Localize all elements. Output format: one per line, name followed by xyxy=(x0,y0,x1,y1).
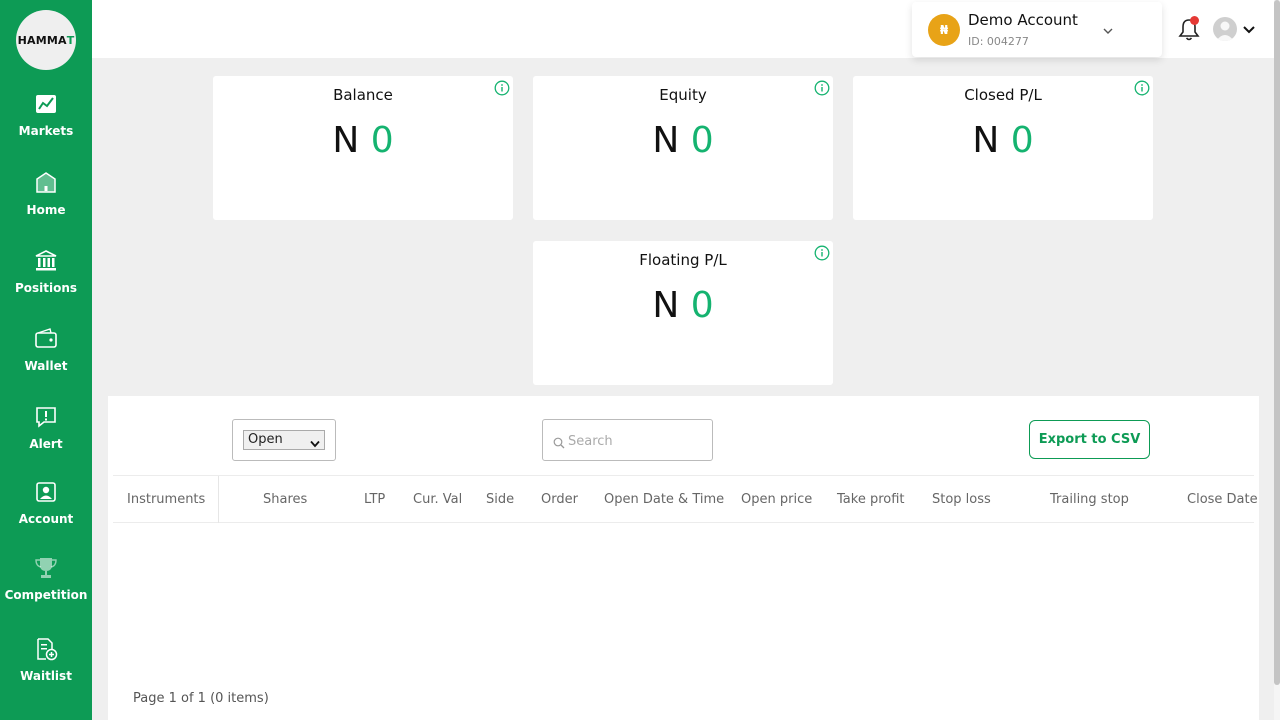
column-header-cur-val[interactable]: Cur. Val xyxy=(413,492,462,507)
equity-card: Equity N 0 xyxy=(533,76,833,220)
card-value: N 0 xyxy=(853,120,1153,161)
amount: 0 xyxy=(690,120,714,161)
closed-pl-card: Closed P/L N 0 xyxy=(853,76,1153,220)
sidebar-item-label: Wallet xyxy=(24,359,68,373)
sidebar-item-alert[interactable]: Alert xyxy=(0,405,92,451)
naira-coin-icon: ₦ xyxy=(928,14,960,46)
column-header-stop-loss[interactable]: Stop loss xyxy=(932,492,991,507)
balance-card: Balance N 0 xyxy=(213,76,513,220)
column-header-order[interactable]: Order xyxy=(541,492,578,507)
sidebar-item-label: Home xyxy=(26,203,66,217)
column-header-close-date[interactable]: Close Date xyxy=(1187,492,1258,507)
column-header-ltp[interactable]: LTP xyxy=(364,492,385,507)
logo-accent: T xyxy=(66,33,75,47)
status-filter-dropdown[interactable]: Open xyxy=(243,430,325,450)
sidebar-item-label: Waitlist xyxy=(20,669,72,683)
account-switcher[interactable]: ₦ Demo Account ID: 004277 xyxy=(912,2,1162,57)
amount: 0 xyxy=(690,285,714,326)
sidebar-item-wallet[interactable]: Wallet xyxy=(0,327,92,373)
card-value: N 0 xyxy=(533,285,833,326)
column-header-take-profit[interactable]: Take profit xyxy=(837,492,905,507)
currency-symbol: N xyxy=(652,120,680,161)
alert-icon xyxy=(34,405,58,429)
status-filter-value: Open xyxy=(248,432,283,447)
wallet-icon xyxy=(34,327,58,351)
card-title: Closed P/L xyxy=(964,86,1042,104)
column-header-instruments[interactable]: Instruments xyxy=(127,492,205,507)
sidebar-item-positions[interactable]: Positions xyxy=(0,249,92,295)
info-icon[interactable] xyxy=(814,245,830,261)
status-filter-select[interactable]: Open xyxy=(232,419,336,461)
bank-icon xyxy=(34,249,58,273)
sidebar-item-label: Positions xyxy=(14,281,78,295)
column-header-side[interactable]: Side xyxy=(486,492,514,507)
table-header: Instruments Shares LTP Cur. Val Side Ord… xyxy=(113,475,1258,523)
card-value: N 0 xyxy=(533,120,833,161)
search-input[interactable] xyxy=(568,431,708,451)
column-header-trailing-stop[interactable]: Trailing stop xyxy=(1050,492,1129,507)
card-value: N 0 xyxy=(213,120,513,161)
account-id: ID: 004277 xyxy=(968,35,1029,48)
card-title: Balance xyxy=(333,86,393,104)
pagination-info: Page 1 of 1 (0 items) xyxy=(133,691,269,706)
sidebar-item-label: Account xyxy=(18,512,74,526)
currency-symbol: N xyxy=(972,120,1000,161)
sidebar: HAMMA T Markets Home Positions Wallet Ale… xyxy=(0,0,92,720)
notification-bell-icon[interactable] xyxy=(1176,16,1202,42)
currency-symbol: N xyxy=(332,120,360,161)
sidebar-item-label: Alert xyxy=(29,437,63,451)
sidebar-item-competition[interactable]: Competition xyxy=(0,556,92,602)
amount: 0 xyxy=(370,120,394,161)
hammat-logo[interactable]: HAMMA T xyxy=(16,10,76,70)
sidebar-item-home[interactable]: Home xyxy=(0,171,92,217)
amount: 0 xyxy=(1010,120,1034,161)
card-title: Floating P/L xyxy=(639,251,727,269)
trophy-icon xyxy=(34,556,58,580)
info-icon[interactable] xyxy=(1134,80,1150,96)
search-box[interactable] xyxy=(542,419,713,461)
page-scrollbar[interactable] xyxy=(1274,0,1280,720)
sidebar-item-markets[interactable]: Markets xyxy=(0,92,92,138)
notification-dot xyxy=(1190,16,1199,25)
user-avatar[interactable] xyxy=(1213,17,1237,41)
chevron-down-icon xyxy=(310,436,320,454)
positions-table-panel: Open Export to CSV Instruments Shares LT… xyxy=(108,396,1259,720)
column-header-open-date-time[interactable]: Open Date & Time xyxy=(604,492,724,507)
currency-symbol: N xyxy=(652,285,680,326)
sidebar-item-waitlist[interactable]: Waitlist xyxy=(0,637,92,683)
column-header-shares[interactable]: Shares xyxy=(263,492,307,507)
sidebar-item-label: Competition xyxy=(4,588,88,602)
scrollbar-thumb[interactable] xyxy=(1274,0,1280,685)
sidebar-item-label: Markets xyxy=(18,124,74,138)
info-icon[interactable] xyxy=(814,80,830,96)
waitlist-icon xyxy=(34,637,58,661)
info-icon[interactable] xyxy=(494,80,510,96)
chevron-down-icon xyxy=(1102,22,1114,41)
logo-text: HAMMA xyxy=(17,33,67,47)
home-icon xyxy=(34,171,58,195)
floating-pl-card: Floating P/L N 0 xyxy=(533,241,833,385)
account-name: Demo Account xyxy=(968,11,1078,29)
column-divider xyxy=(218,476,219,523)
account-icon xyxy=(34,480,58,504)
sidebar-item-account[interactable]: Account xyxy=(0,480,92,526)
markets-chart-icon xyxy=(34,92,58,116)
column-header-open-price[interactable]: Open price xyxy=(741,492,812,507)
card-title: Equity xyxy=(659,86,707,104)
export-csv-button[interactable]: Export to CSV xyxy=(1029,420,1150,459)
chevron-down-icon[interactable] xyxy=(1242,22,1256,41)
search-icon xyxy=(553,434,565,449)
